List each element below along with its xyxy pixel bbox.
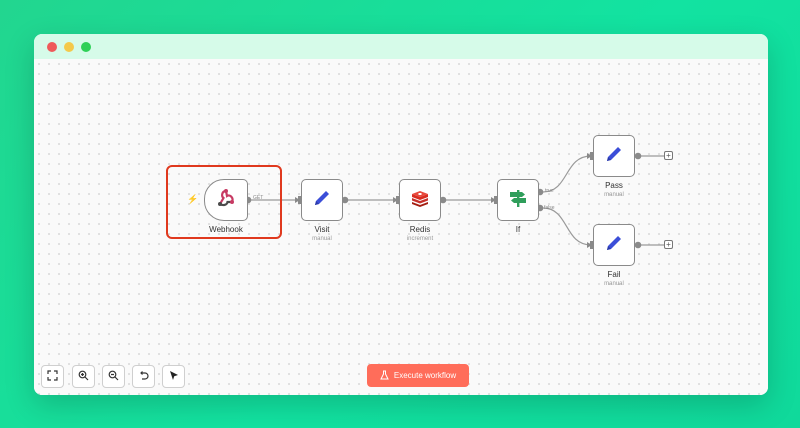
node-label-fail: Fail: [607, 270, 621, 279]
trigger-bolt-icon: ⚡: [187, 194, 199, 204]
add-node-after-fail-button[interactable]: +: [664, 240, 673, 249]
node-subtitle-pass: manual: [604, 192, 624, 198]
output-handle-fail: [634, 241, 642, 249]
window-titlebar: [34, 34, 768, 59]
redis-icon: [409, 187, 431, 214]
edge-label-get: GET: [253, 195, 264, 201]
node-label-webhook: Webhook: [209, 225, 243, 234]
node-subtitle-fail: manual: [604, 281, 624, 287]
edge-label-true: true: [545, 188, 554, 194]
execute-workflow-button[interactable]: Execute workflow: [367, 364, 469, 387]
maximize-window-button[interactable]: [81, 42, 91, 52]
fit-view-button[interactable]: [41, 365, 64, 388]
node-subtitle-visit: manual: [312, 236, 332, 242]
zoom-in-button[interactable]: [72, 365, 95, 388]
pencil-icon: [311, 187, 333, 214]
edge-label-false: false: [544, 205, 555, 211]
flask-icon: [380, 370, 389, 382]
pencil-icon: [603, 143, 625, 170]
node-pass[interactable]: [593, 135, 635, 177]
app-window: ⚡ Webhook GET Visit manual Redis increme…: [34, 34, 768, 395]
node-label-redis: Redis: [409, 225, 431, 234]
node-if[interactable]: [497, 179, 539, 221]
execute-workflow-label: Execute workflow: [393, 371, 457, 380]
node-label-if: If: [515, 225, 521, 234]
minimize-window-button[interactable]: [64, 42, 74, 52]
close-window-button[interactable]: [47, 42, 57, 52]
select-tool-button[interactable]: [162, 365, 185, 388]
undo-button[interactable]: [132, 365, 155, 388]
node-label-pass: Pass: [605, 181, 623, 190]
node-visit[interactable]: [301, 179, 343, 221]
node-subtitle-redis: increment: [406, 236, 434, 242]
signpost-icon: [507, 187, 529, 214]
zoom-in-icon: [78, 368, 89, 386]
pencil-icon: [603, 232, 625, 259]
workflow-canvas[interactable]: ⚡ Webhook GET Visit manual Redis increme…: [34, 59, 768, 395]
output-handle-pass: [634, 152, 642, 160]
zoom-out-icon: [108, 368, 119, 386]
zoom-out-button[interactable]: [102, 365, 125, 388]
node-redis[interactable]: [399, 179, 441, 221]
node-fail[interactable]: [593, 224, 635, 266]
undo-icon: [138, 368, 149, 386]
fullscreen-icon: [47, 368, 58, 386]
webhook-icon: [215, 187, 237, 214]
cursor-icon: [168, 368, 179, 386]
add-node-after-pass-button[interactable]: +: [664, 151, 673, 160]
node-label-visit: Visit: [314, 225, 330, 234]
node-webhook[interactable]: [204, 179, 248, 221]
